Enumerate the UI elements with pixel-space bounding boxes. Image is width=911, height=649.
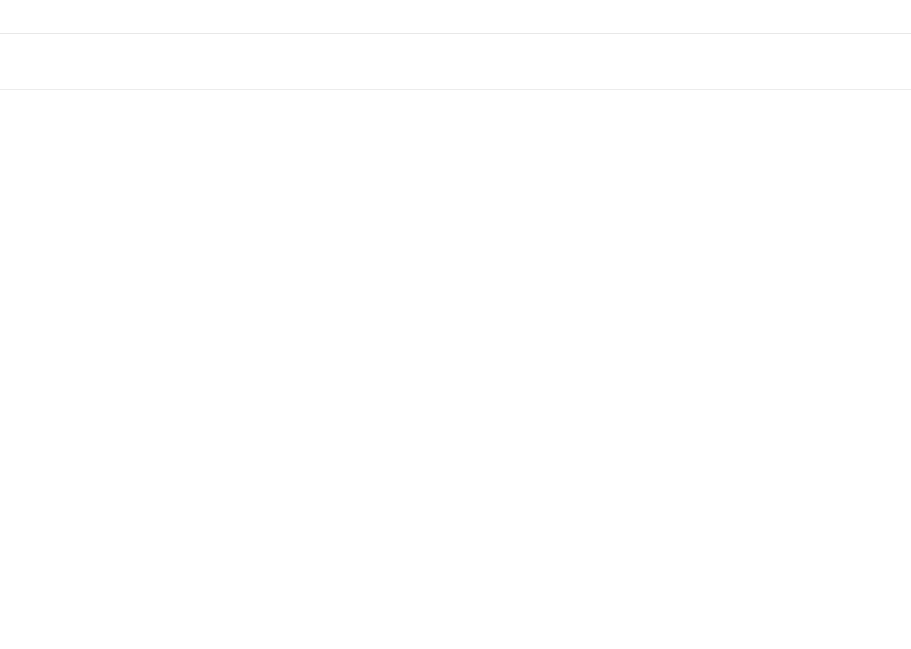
interval-tabbar	[0, 54, 911, 90]
chart-area[interactable]	[0, 90, 911, 649]
kline-widget	[0, 0, 911, 649]
kline-chart-svg	[0, 90, 911, 649]
header	[0, 0, 911, 34]
